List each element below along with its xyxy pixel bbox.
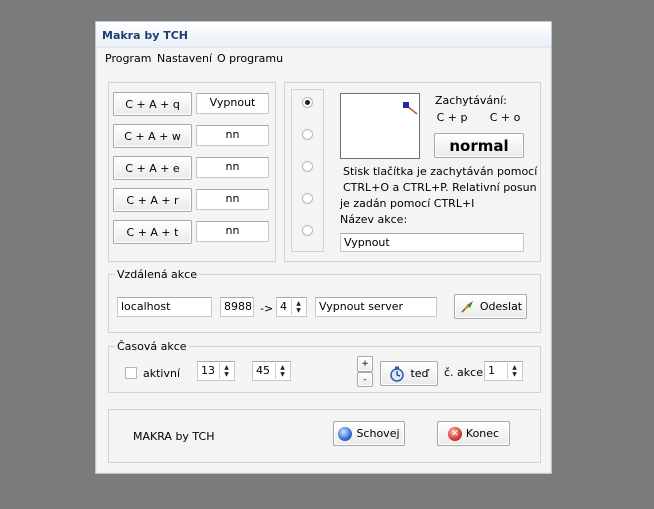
cursor-position-marker [403,102,418,115]
capture-help-line-1: Stisk tlačítka je zachytáván pomocí [343,165,538,178]
window-title: Makra by TCH [102,29,189,42]
now-label: teď [410,367,429,380]
capture-label: Zachytávání: [435,94,507,107]
active-label[interactable]: aktivní [143,367,180,380]
hour-value: 13 [201,364,215,377]
hide-label: Schovej [356,427,400,440]
remote-host-input[interactable]: localhost [117,297,212,317]
exit-icon: ✕ [447,426,462,441]
send-label: Odeslat [479,300,523,313]
macro-radio-1[interactable] [302,97,313,108]
remote-number-spin[interactable]: ▲ ▼ [291,299,305,315]
macro-radio-2[interactable] [302,129,313,140]
exit-label: Konec [465,427,500,440]
footer-group: MAKRA by TCH Schovej ✕ Konec [108,409,541,463]
macro-radio-column [291,89,324,252]
minute-stepper[interactable]: 45 ▲ ▼ [252,361,291,381]
title-bar[interactable]: Makra by TCH [96,22,551,48]
timed-action-group: Časová akce aktivní 13 ▲ ▼ 45 ▲ ▼ + - teď … [108,340,541,393]
send-button[interactable]: Odeslat [454,294,527,319]
macro-radio-3[interactable] [302,161,313,172]
footer-brand: MAKRA by TCH [133,430,215,443]
menu-program[interactable]: Program [105,52,151,65]
macro-value-1[interactable]: Vypnout [196,93,269,114]
hour-spin[interactable]: ▲ ▼ [219,363,233,379]
minute-value: 45 [256,364,270,377]
time-minus-button[interactable]: - [357,372,373,387]
macro-value-3[interactable]: nn [196,157,269,178]
remote-number-value: 4 [280,300,287,313]
action-number-label: č. akce [444,366,483,379]
timed-action-caption: Časová akce [115,340,189,353]
remote-number-stepper[interactable]: 4 ▲ ▼ [276,297,307,317]
macro-list-group: C + A + q Vypnout C + A + w nn C + A + e… [108,82,276,262]
hour-stepper[interactable]: 13 ▲ ▼ [197,361,235,381]
exit-button[interactable]: ✕ Konec [437,421,510,446]
main-window: Makra by TCH Program Nastavení O program… [95,21,552,474]
action-number-value: 1 [488,364,495,377]
capture-ctrl-o-button[interactable]: C + o [486,108,524,127]
menu-nastaveni[interactable]: Nastavení [157,52,212,65]
hide-button[interactable]: Schovej [333,421,405,446]
macro-value-4[interactable]: nn [196,189,269,210]
action-name-label: Název akce: [340,213,408,226]
capture-help-line-2: CTRL+O a CTRL+P. Relativní posun [343,181,537,194]
macro-key-button-5[interactable]: C + A + t [113,220,192,244]
macro-radio-5[interactable] [302,225,313,236]
macro-key-button-3[interactable]: C + A + e [113,156,192,180]
active-checkbox[interactable] [125,367,137,379]
capture-help-line-3: je zadán pomocí CTRL+I [340,197,475,210]
remote-port-input[interactable]: 8988 [220,297,254,317]
send-icon [460,300,473,313]
menu-bar: Program Nastavení O programu [96,49,551,67]
macro-key-button-1[interactable]: C + A + q [113,92,192,116]
macro-value-2[interactable]: nn [196,125,269,146]
capture-group: Zachytávání: C + p C + o normal Stisk tl… [284,82,541,262]
now-button[interactable]: teď [380,361,438,386]
remote-action-group: Vzdálená akce localhost 8988 -> 4 ▲ ▼ Vyp… [108,268,541,333]
stopwatch-icon [390,366,405,382]
hide-icon [338,426,353,441]
action-number-stepper[interactable]: 1 ▲ ▼ [484,361,523,381]
remote-arrow: -> [260,302,274,315]
minute-spin[interactable]: ▲ ▼ [275,363,289,379]
remote-action-input[interactable]: Vypnout server [315,297,437,317]
capture-ctrl-p-button[interactable]: C + p [433,108,471,127]
macro-key-button-4[interactable]: C + A + r [113,188,192,212]
macro-value-5[interactable]: nn [196,221,269,242]
remote-action-caption: Vzdálená akce [115,268,199,281]
menu-o-programu[interactable]: O programu [217,52,283,65]
action-number-spin[interactable]: ▲ ▼ [507,363,521,379]
capture-mode-button[interactable]: normal [434,133,524,158]
cursor-preview-area[interactable] [340,93,420,159]
time-plus-button[interactable]: + [357,356,373,372]
macro-key-button-2[interactable]: C + A + w [113,124,192,148]
macro-radio-4[interactable] [302,193,313,204]
action-name-input[interactable]: Vypnout [340,233,524,252]
